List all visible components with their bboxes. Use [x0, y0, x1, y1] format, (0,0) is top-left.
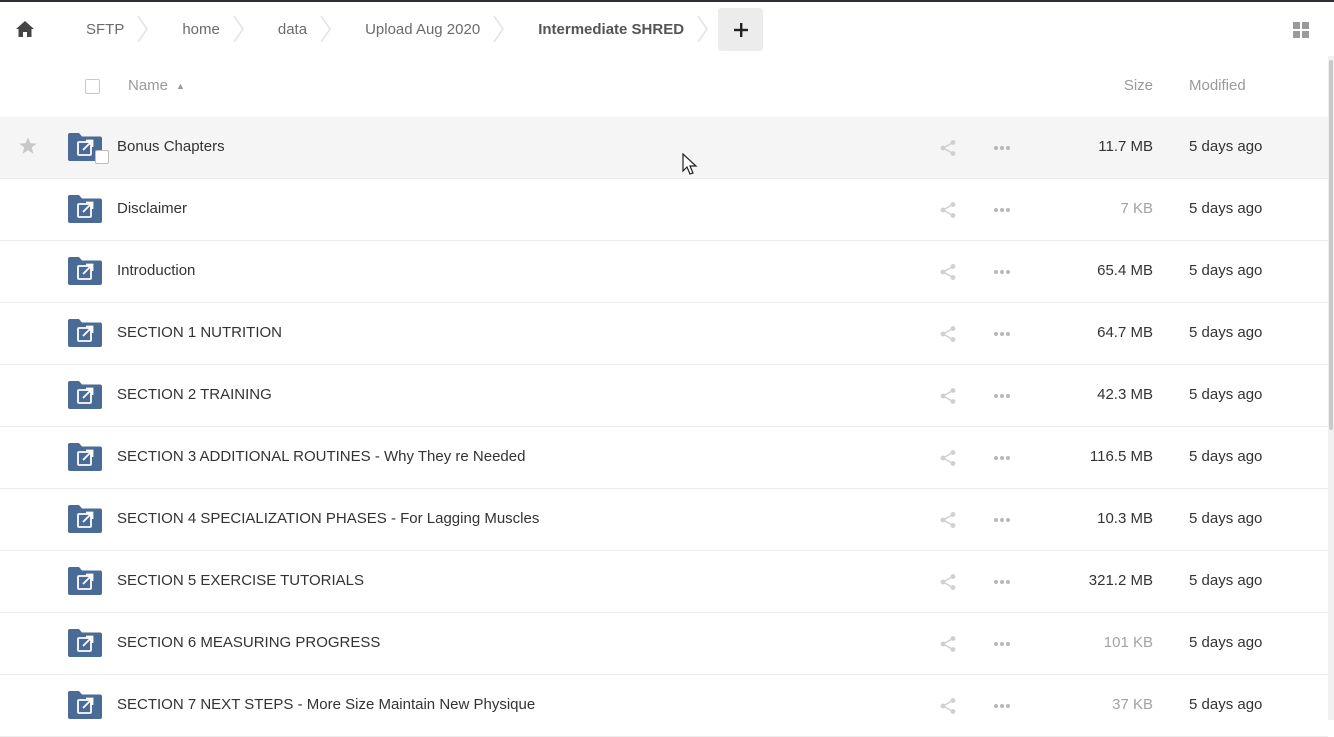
share-icon[interactable]: [939, 387, 957, 405]
file-modified: 5 days ago: [1189, 634, 1263, 651]
scrollbar-thumb[interactable]: [1329, 60, 1333, 430]
select-all-checkbox[interactable]: [85, 79, 100, 94]
more-icon[interactable]: [992, 511, 1012, 529]
share-icon[interactable]: [939, 635, 957, 653]
share-icon[interactable]: [939, 449, 957, 467]
external-folder-icon[interactable]: [67, 689, 103, 720]
file-row[interactable]: SECTION 7 NEXT STEPS - More Size Maintai…: [0, 675, 1328, 737]
file-size: 65.4 MB: [1097, 262, 1153, 279]
external-folder-icon[interactable]: [67, 193, 103, 224]
sort-ascending-icon: ▲: [176, 80, 185, 91]
more-icon[interactable]: [992, 387, 1012, 405]
file-row[interactable]: SECTION 6 MEASURING PROGRESS 101 KB 5 day…: [0, 613, 1328, 675]
file-row[interactable]: SECTION 5 EXERCISE TUTORIALS 321.2 MB 5 d…: [0, 551, 1328, 613]
file-modified: 5 days ago: [1189, 262, 1263, 279]
breadcrumb-item-upload-aug-2020[interactable]: Upload Aug 2020: [329, 2, 505, 56]
external-folder-icon[interactable]: [67, 317, 103, 348]
more-icon[interactable]: [992, 263, 1012, 281]
name-header-label: Name: [128, 77, 169, 94]
breadcrumb-label: data: [277, 20, 308, 38]
file-row[interactable]: SECTION 1 NUTRITION 64.7 MB 5 days ago: [0, 303, 1328, 365]
share-icon[interactable]: [939, 697, 957, 715]
share-icon[interactable]: [939, 139, 957, 157]
file-name[interactable]: SECTION 6 MEASURING PROGRESS: [117, 634, 380, 651]
file-modified: 5 days ago: [1189, 138, 1263, 155]
file-name[interactable]: SECTION 5 EXERCISE TUTORIALS: [117, 572, 364, 589]
share-icon[interactable]: [939, 511, 957, 529]
more-icon[interactable]: [992, 573, 1012, 591]
more-icon[interactable]: [992, 201, 1012, 219]
external-folder-icon[interactable]: [67, 503, 103, 534]
external-folder-icon[interactable]: [67, 379, 103, 410]
file-modified: 5 days ago: [1189, 572, 1263, 589]
plus-icon: [733, 22, 748, 37]
file-modified: 5 days ago: [1189, 448, 1263, 465]
breadcrumb-label: home: [182, 20, 220, 38]
name-column-header[interactable]: Name ▲: [128, 77, 185, 94]
new-item-button[interactable]: [718, 8, 763, 51]
more-icon[interactable]: [992, 139, 1012, 157]
file-modified: 5 days ago: [1189, 386, 1263, 403]
file-name[interactable]: Disclaimer: [117, 200, 187, 217]
file-size: 7 KB: [1120, 200, 1153, 217]
share-icon[interactable]: [939, 263, 957, 281]
grid-view-icon[interactable]: [1292, 21, 1310, 39]
file-size: 101 KB: [1103, 634, 1153, 651]
share-icon[interactable]: [939, 573, 957, 591]
breadcrumb-item-home[interactable]: home: [146, 2, 244, 56]
breadcrumb-label: SFTP: [86, 20, 125, 38]
file-name[interactable]: SECTION 1 NUTRITION: [117, 324, 282, 341]
breadcrumb-item-data[interactable]: data: [242, 2, 331, 56]
breadcrumb-separator-icon: [697, 15, 708, 43]
external-folder-icon[interactable]: [67, 255, 103, 286]
more-icon[interactable]: [992, 325, 1012, 343]
breadcrumb-item-current[interactable]: Intermediate SHRED: [502, 2, 708, 56]
file-modified: 5 days ago: [1189, 200, 1263, 217]
breadcrumb-list: SFTP home data Upload Aug 2020 Intermedi…: [50, 2, 708, 56]
file-name[interactable]: SECTION 4 SPECIALIZATION PHASES - For La…: [117, 510, 539, 527]
share-icon[interactable]: [939, 325, 957, 343]
file-row[interactable]: Bonus Chapters 11.7 MB 5 days ago: [0, 117, 1328, 179]
file-modified: 5 days ago: [1189, 324, 1263, 341]
breadcrumb: SFTP home data Upload Aug 2020 Intermedi…: [0, 2, 1334, 56]
external-folder-icon[interactable]: [67, 441, 103, 472]
external-folder-icon[interactable]: [67, 565, 103, 596]
file-row[interactable]: SECTION 2 TRAINING 42.3 MB 5 days ago: [0, 365, 1328, 427]
file-size: 11.7 MB: [1098, 138, 1153, 155]
file-name[interactable]: SECTION 7 NEXT STEPS - More Size Maintai…: [117, 696, 535, 713]
more-icon[interactable]: [992, 449, 1012, 467]
file-size: 10.3 MB: [1097, 510, 1153, 527]
breadcrumb-item-sftp[interactable]: SFTP: [50, 2, 149, 56]
size-column-header[interactable]: Size: [1124, 77, 1153, 94]
file-size: 37 KB: [1112, 696, 1153, 713]
row-checkbox[interactable]: [95, 150, 109, 164]
file-list: Bonus Chapters 11.7 MB 5 days ago Disclai…: [0, 117, 1328, 737]
file-name[interactable]: SECTION 3 ADDITIONAL ROUTINES - Why They…: [117, 448, 525, 465]
more-icon[interactable]: [992, 697, 1012, 715]
mouse-cursor-icon: [682, 153, 698, 175]
modified-column-header[interactable]: Modified: [1189, 77, 1246, 94]
breadcrumb-label: Upload Aug 2020: [365, 20, 481, 38]
file-row[interactable]: Introduction 65.4 MB 5 days ago: [0, 241, 1328, 303]
file-row[interactable]: SECTION 4 SPECIALIZATION PHASES - For La…: [0, 489, 1328, 551]
home-icon: [16, 21, 34, 37]
file-modified: 5 days ago: [1189, 510, 1263, 527]
file-list-header: Name ▲ Size Modified: [0, 56, 1328, 116]
file-modified: 5 days ago: [1189, 696, 1263, 713]
external-folder-icon[interactable]: [67, 627, 103, 658]
file-size: 116.5 MB: [1089, 448, 1153, 465]
breadcrumb-label: Intermediate SHRED: [538, 20, 685, 38]
file-name[interactable]: Introduction: [117, 262, 195, 279]
file-size: 321.2 MB: [1088, 572, 1153, 589]
file-row[interactable]: SECTION 3 ADDITIONAL ROUTINES - Why They…: [0, 427, 1328, 489]
file-row[interactable]: Disclaimer 7 KB 5 days ago: [0, 179, 1328, 241]
file-name[interactable]: SECTION 2 TRAINING: [117, 386, 272, 403]
share-icon[interactable]: [939, 201, 957, 219]
star-icon[interactable]: [18, 136, 38, 156]
file-size: 64.7 MB: [1097, 324, 1153, 341]
file-size: 42.3 MB: [1097, 386, 1153, 403]
file-name[interactable]: Bonus Chapters: [117, 138, 225, 155]
home-button[interactable]: [0, 2, 50, 56]
more-icon[interactable]: [992, 635, 1012, 653]
